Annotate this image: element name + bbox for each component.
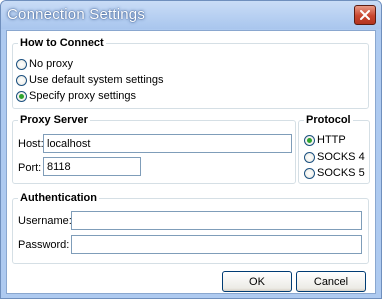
radio-specify-proxy-settings-label: Specify proxy settings [29,90,136,102]
how-to-connect-legend: How to Connect [18,36,106,50]
port-label: Port: [18,162,42,174]
close-icon [360,10,370,20]
how-to-connect-group: How to Connect No proxy Use default syst… [12,36,369,109]
radio-http-indicator[interactable] [304,134,315,146]
password-label: Password: [18,239,70,251]
authentication-group: Authentication Username: Password: [12,191,369,264]
host-label: Host: [18,138,44,150]
radio-socks5[interactable]: SOCKS 5 [304,166,365,180]
dialog-body: How to Connect No proxy Use default syst… [6,30,376,294]
radio-socks4-indicator[interactable] [304,151,315,163]
radio-socks5-label: SOCKS 5 [317,167,365,179]
cancel-button[interactable]: Cancel [296,271,366,292]
radio-http-label: HTTP [317,134,346,146]
radio-http[interactable]: HTTP [304,133,346,147]
radio-specify-proxy-settings-indicator[interactable] [16,90,27,102]
username-input[interactable] [71,211,362,230]
radio-use-default-system-settings-label: Use default system settings [29,74,164,86]
radio-socks4-label: SOCKS 4 [317,151,365,163]
port-input[interactable] [43,157,141,176]
proxy-server-group: Proxy Server Host: Port: [12,113,296,184]
password-input[interactable] [71,235,362,254]
connection-settings-dialog: Connection Settings How to Connect No pr… [0,0,382,299]
radio-no-proxy[interactable]: No proxy [16,57,73,71]
ok-button[interactable]: OK [222,271,292,292]
radio-use-default-system-settings-indicator[interactable] [16,74,27,86]
host-input[interactable] [43,134,292,153]
radio-socks4[interactable]: SOCKS 4 [304,150,365,164]
radio-socks5-indicator[interactable] [304,167,315,179]
protocol-legend: Protocol [304,113,353,127]
username-label: Username: [18,215,72,227]
window-title: Connection Settings [7,6,146,23]
close-button[interactable] [354,5,376,25]
radio-use-default-system-settings[interactable]: Use default system settings [16,73,164,87]
proxy-server-legend: Proxy Server [18,113,90,127]
radio-specify-proxy-settings[interactable]: Specify proxy settings [16,89,136,103]
radio-no-proxy-label: No proxy [29,58,74,70]
radio-no-proxy-indicator[interactable] [16,58,27,70]
title-bar[interactable]: Connection Settings [1,1,381,29]
authentication-legend: Authentication [18,191,99,205]
protocol-group: Protocol HTTP SOCKS 4 SOCKS 5 [298,113,370,184]
